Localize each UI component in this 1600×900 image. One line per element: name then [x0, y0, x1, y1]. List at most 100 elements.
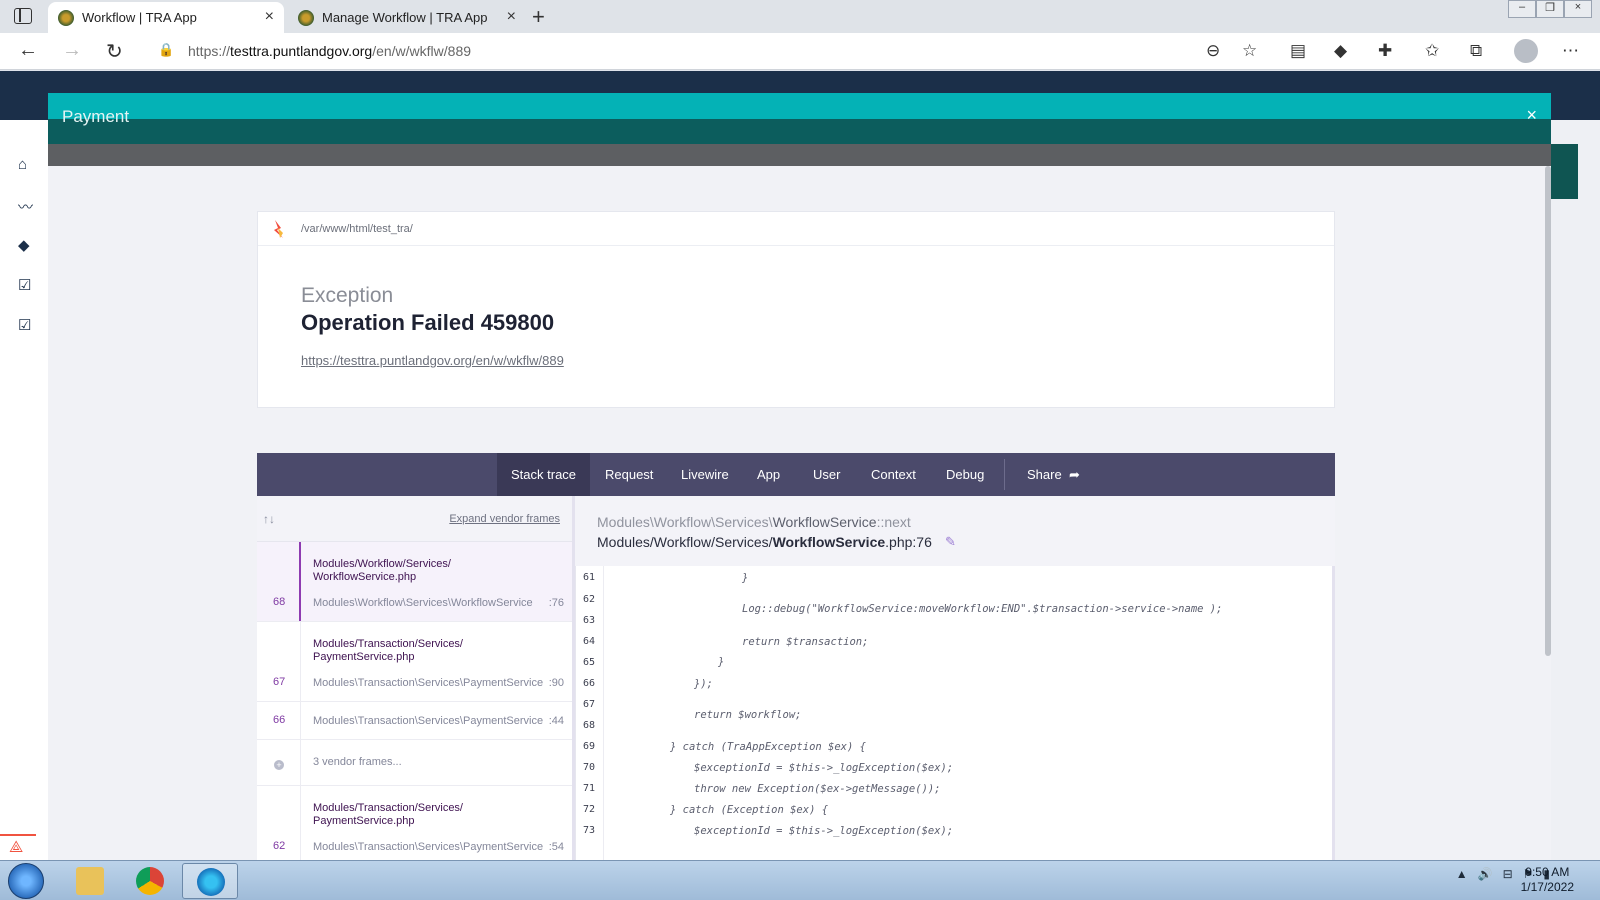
error-card: /var/www/html/test_tra/ Exception Operat…: [257, 211, 1335, 408]
edge-icon: [197, 868, 225, 896]
vendor-frames-toggle[interactable]: + 3 vendor frames...: [257, 740, 572, 786]
file-dir: Modules/Workflow/Services/: [597, 534, 773, 550]
volume-icon[interactable]: 🔊: [1478, 867, 1493, 881]
chart-icon[interactable]: 〰: [18, 196, 33, 217]
method-name: ::next: [876, 514, 911, 530]
frame-file: Modules/Workflow/Services/WorkflowServic…: [313, 558, 513, 584]
exception-message: Operation Failed 459800: [301, 310, 555, 335]
line-number: 62: [583, 594, 596, 605]
line-number: 64: [583, 636, 596, 647]
line-number: 71: [583, 783, 596, 794]
expand-plus-icon: +: [274, 760, 284, 770]
modal-scrollbar[interactable]: [1545, 166, 1551, 656]
extension-shield-icon[interactable]: ◆: [1334, 41, 1347, 61]
collections-icon[interactable]: ⧉: [1470, 41, 1482, 61]
taskbar-chrome[interactable]: [122, 863, 178, 899]
clock-date: 1/17/2022: [1520, 880, 1574, 894]
lock-icon[interactable]: 🔒: [158, 42, 174, 58]
frames-toolbar: ↑↓ Expand vendor frames: [257, 496, 572, 542]
browser-tab-workflow[interactable]: Workflow | TRA App ×: [48, 2, 284, 33]
code-line: });: [694, 678, 713, 690]
stack-frame[interactable]: 67 Modules/Transaction/Services/PaymentS…: [257, 622, 572, 702]
code-line: }: [718, 656, 725, 668]
share-label: Share: [1027, 467, 1062, 482]
minimize-icon[interactable]: –: [1508, 0, 1536, 18]
share-icon: ➦: [1065, 467, 1080, 482]
tab-context[interactable]: Context: [871, 453, 916, 496]
close-icon[interactable]: ×: [507, 8, 516, 26]
stack-frame[interactable]: 62 Modules/Transaction/Services/PaymentS…: [257, 786, 572, 866]
refresh-icon[interactable]: ↻: [106, 39, 123, 64]
favorites-icon[interactable]: ✩: [1425, 41, 1439, 61]
tag-icon[interactable]: ◆: [18, 236, 30, 254]
windows-taskbar: ▲ 🔊 ⊟ ⚑ ▮ 9:50 AM 1/17/2022: [0, 860, 1600, 900]
file-name: WorkflowService: [772, 534, 886, 550]
stack-frames-panel: ↑↓ Expand vendor frames 68 Modules/Workf…: [257, 496, 575, 866]
back-icon[interactable]: ←: [18, 39, 38, 62]
frame-file: Modules/Transaction/Services/PaymentServ…: [313, 638, 513, 664]
url-input[interactable]: 🔒 https://testtra.puntlandgov.org/en/w/w…: [146, 37, 1261, 65]
frame-number: 62: [273, 840, 286, 852]
extensions-icon[interactable]: ✚: [1378, 41, 1392, 61]
tab-app[interactable]: App: [757, 453, 780, 496]
modal-close-icon[interactable]: ×: [1526, 105, 1537, 126]
frame-number-column: [257, 542, 301, 621]
stack-frame[interactable]: 66 Modules\Transaction\Services\PaymentS…: [257, 702, 572, 740]
folder-icon: [76, 867, 104, 895]
request-url-link[interactable]: https://testtra.puntlandgov.org/en/w/wkf…: [301, 353, 564, 368]
tab-actions-icon[interactable]: [14, 8, 32, 24]
frame-class: Modules\Transaction\Services\PaymentServ…: [313, 841, 544, 853]
code-line: }: [742, 572, 749, 584]
tab-user[interactable]: User: [813, 453, 840, 496]
laravel-logo-icon: ⟁: [9, 839, 24, 856]
line-number: 70: [583, 762, 596, 773]
frame-number: 67: [273, 676, 286, 688]
url-text: https://testtra.puntlandgov.org/en/w/wkf…: [188, 43, 472, 59]
tab-separator: [1004, 459, 1005, 490]
forward-icon[interactable]: →: [62, 39, 82, 62]
tab-livewire[interactable]: Livewire: [681, 453, 729, 496]
zoom-out-icon[interactable]: ⊖: [1206, 41, 1220, 61]
tab-request[interactable]: Request: [605, 453, 653, 496]
file-line: .php:76: [885, 534, 932, 550]
restore-icon[interactable]: ❐: [1536, 0, 1564, 18]
add-favorite-icon[interactable]: ☆: [1242, 41, 1257, 61]
new-tab-icon[interactable]: +: [532, 4, 545, 30]
checkbox-icon[interactable]: ☑: [18, 276, 31, 294]
system-clock[interactable]: 9:50 AM 1/17/2022: [1521, 865, 1574, 895]
exception-class: Exception: [301, 284, 394, 307]
modal-header-shade: [48, 119, 1551, 144]
laravel-debug-badge[interactable]: ⟁: [0, 834, 36, 860]
frame-class: Modules\Transaction\Services\PaymentServ…: [313, 677, 544, 689]
network-icon[interactable]: ⊟: [1503, 867, 1513, 881]
taskbar-file-explorer[interactable]: [62, 863, 118, 899]
line-number: 65: [583, 657, 596, 668]
stack-frame[interactable]: 68 Modules/Workflow/Services/WorkflowSer…: [257, 542, 572, 622]
browser-tab-manage-workflow[interactable]: Manage Workflow | TRA App ×: [288, 2, 526, 33]
start-button[interactable]: [8, 863, 44, 899]
home-icon[interactable]: ⌂: [18, 156, 27, 173]
frame-navigation-arrows-icon[interactable]: ↑↓: [263, 512, 275, 526]
expand-vendor-frames-link[interactable]: Expand vendor frames: [449, 513, 560, 525]
more-options-icon[interactable]: ⋯: [1562, 41, 1579, 61]
tab-title: Manage Workflow | TRA App: [322, 10, 488, 25]
tab-stack-trace[interactable]: Stack trace: [497, 453, 591, 496]
code-line: $exceptionId = $this->_logException($ex)…: [694, 825, 954, 837]
tab-debug[interactable]: Debug: [946, 453, 984, 496]
checkbox-icon[interactable]: ☑: [18, 316, 31, 334]
edit-pencil-icon[interactable]: ✎: [945, 534, 956, 550]
window-close-icon[interactable]: ×: [1564, 0, 1592, 18]
app-path: /var/www/html/test_tra/: [301, 223, 413, 235]
share-button[interactable]: Share ➦: [1027, 453, 1080, 496]
taskbar-edge[interactable]: [182, 863, 238, 899]
frame-line: :44: [548, 715, 564, 727]
method-class: WorkflowService: [772, 514, 877, 530]
ignition-flame-icon: [274, 220, 283, 238]
frame-number-column: [257, 786, 301, 865]
reading-list-icon[interactable]: ▤: [1290, 41, 1306, 61]
profile-avatar[interactable]: [1514, 39, 1538, 63]
code-line: Log::debug("WorkflowService:moveWorkflow…: [742, 603, 1223, 615]
close-icon[interactable]: ×: [265, 8, 274, 26]
frame-method: Modules\Workflow\Services\WorkflowServic…: [597, 514, 911, 530]
tray-expand-icon[interactable]: ▲: [1456, 867, 1468, 881]
